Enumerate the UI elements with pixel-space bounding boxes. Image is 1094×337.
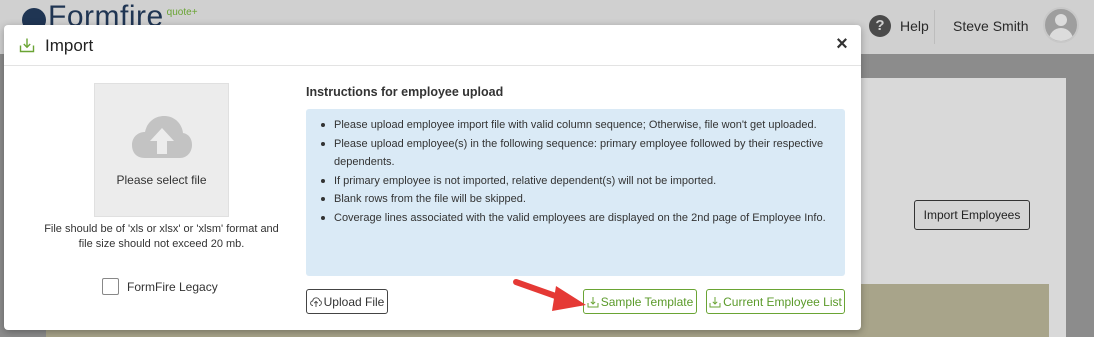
logo-subtext: quote+ (166, 7, 198, 18)
import-employees-button[interactable]: Import Employees (914, 200, 1030, 230)
download-icon (709, 296, 721, 307)
instruction-item: Blank rows from the file will be skipped… (319, 190, 835, 209)
upload-icon (309, 296, 322, 307)
help-label: Help (900, 18, 929, 34)
instruction-item: Please upload employee(s) in the followi… (319, 135, 835, 172)
modal-title: Import (45, 36, 94, 55)
file-format-note: File should be of 'xls or xlsx' or 'xlsm… (44, 223, 279, 250)
instructions-title: Instructions for employee upload (306, 85, 504, 99)
legacy-checkbox-box[interactable] (102, 278, 119, 295)
current-employee-list-label: Current Employee List (723, 294, 842, 309)
instructions-panel: Please upload employee import file with … (306, 109, 845, 276)
sample-template-label: Sample Template (600, 294, 694, 309)
current-employee-list-button[interactable]: Current Employee List (706, 289, 845, 314)
instruction-item: If primary employee is not imported, rel… (319, 172, 835, 191)
cloud-upload-icon (132, 116, 192, 158)
close-icon[interactable]: × (833, 34, 851, 54)
upload-file-label: Upload File (323, 294, 385, 309)
upload-file-button[interactable]: Upload File (306, 289, 388, 314)
file-dropzone[interactable]: Please select file (94, 83, 229, 217)
sample-template-button[interactable]: Sample Template (583, 289, 697, 314)
instruction-item: Coverage lines associated with the valid… (319, 209, 835, 228)
legacy-checkbox-label: FormFire Legacy (127, 279, 218, 294)
help-link[interactable]: ? Help (869, 15, 929, 37)
instruction-item: Please upload employee import file with … (319, 116, 835, 135)
help-icon: ? (869, 15, 891, 37)
import-icon (19, 38, 35, 53)
instructions-list: Please upload employee import file with … (319, 116, 835, 227)
dropzone-label: Please select file (116, 173, 207, 187)
avatar-icon[interactable] (1043, 7, 1079, 43)
annotation-arrow-icon (513, 279, 586, 311)
user-name[interactable]: Steve Smith (953, 18, 1028, 34)
import-modal: Import × Please select file File should … (4, 25, 861, 330)
modal-header: Import × (4, 25, 861, 66)
header-divider (934, 10, 935, 44)
formfire-legacy-checkbox[interactable]: FormFire Legacy (102, 278, 218, 295)
